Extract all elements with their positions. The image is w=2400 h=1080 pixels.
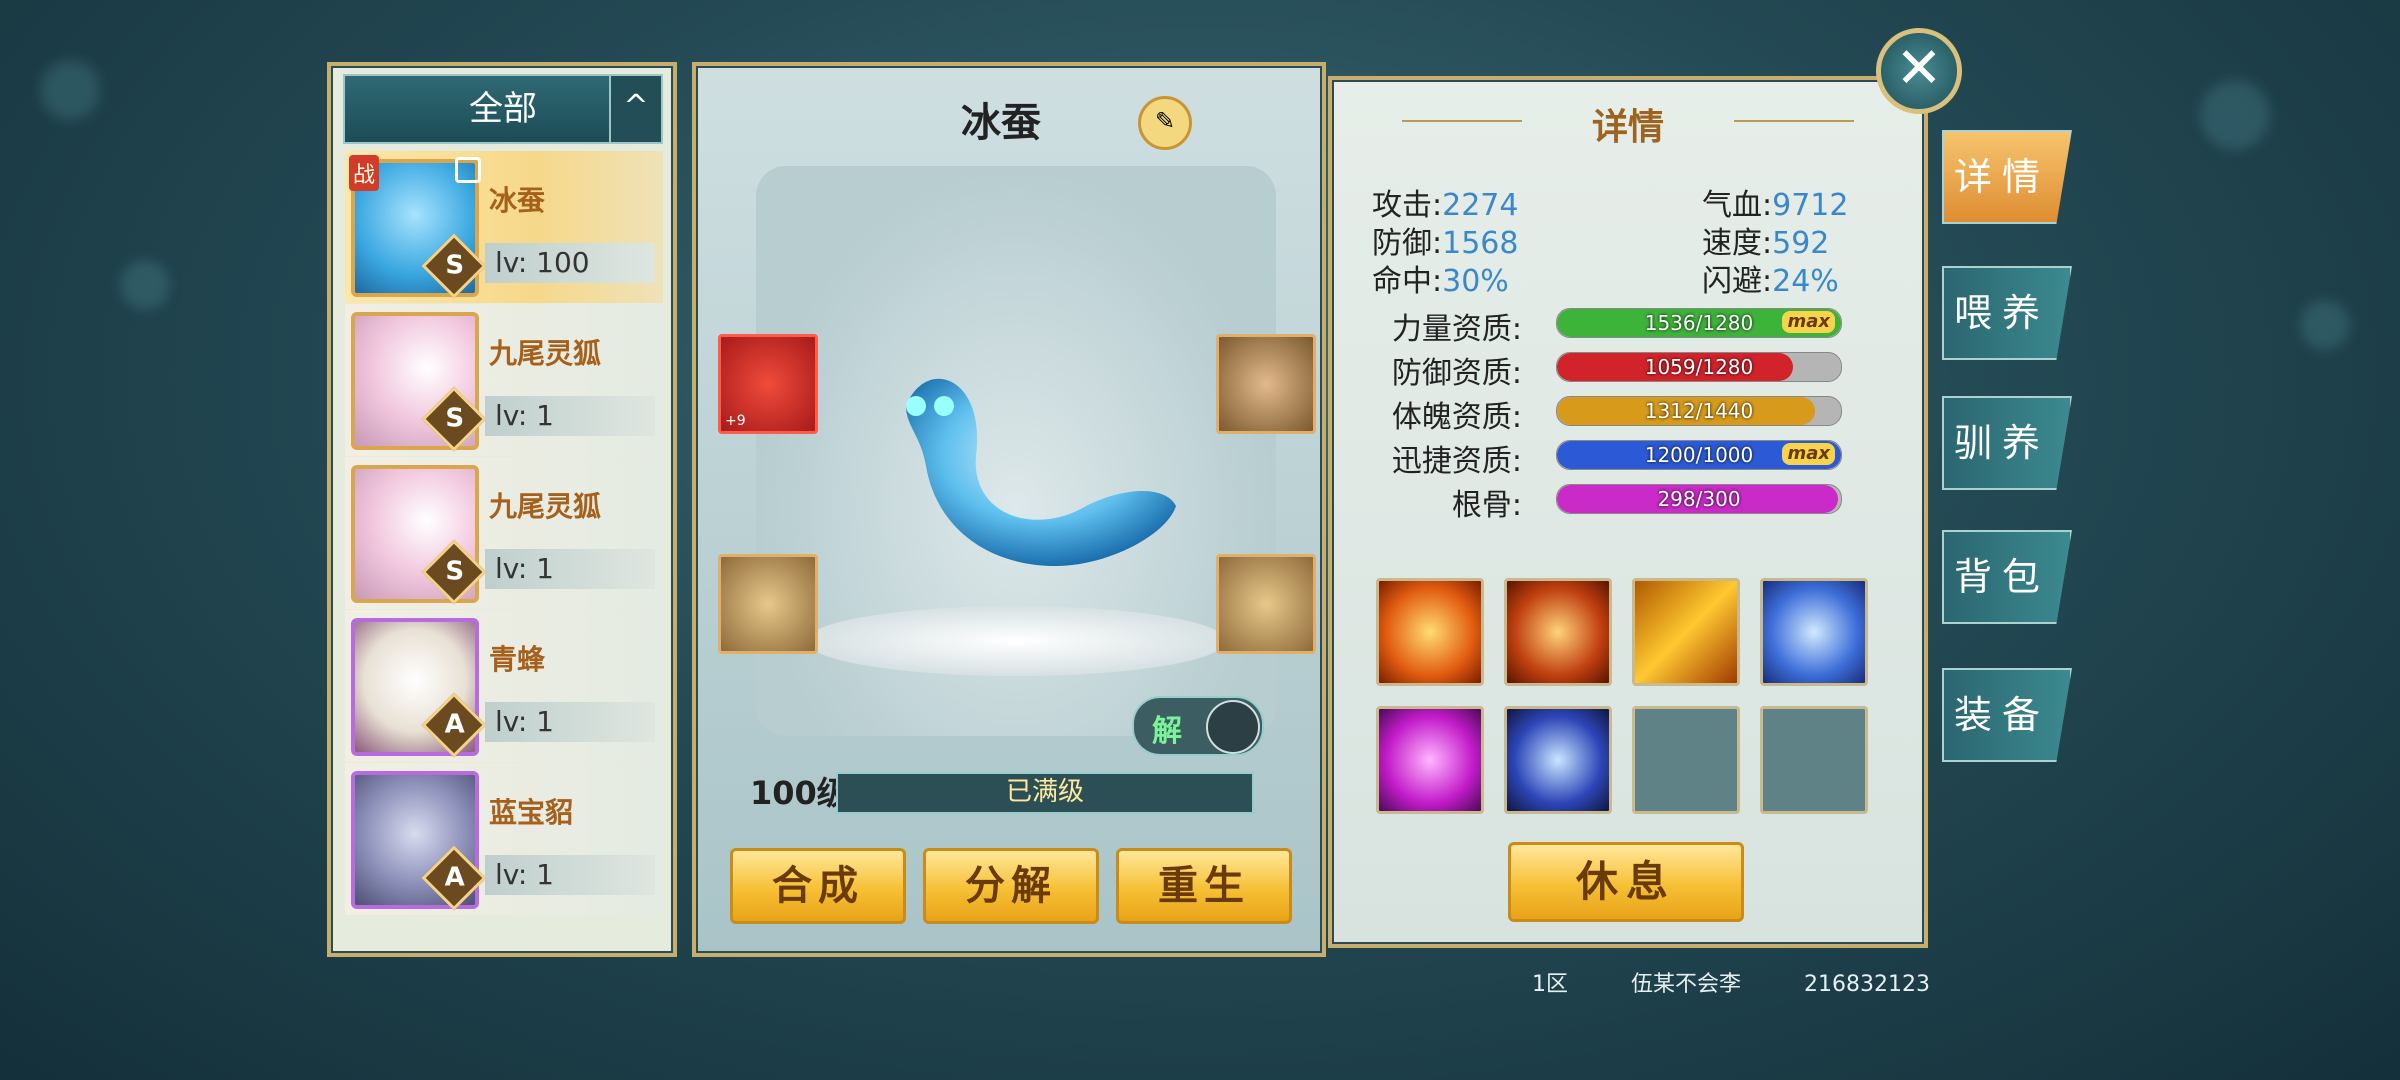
skill-slot[interactable] xyxy=(1504,706,1612,814)
filter-label: 全部 xyxy=(469,89,537,129)
skill-slot[interactable] xyxy=(1504,578,1612,686)
filter-dropdown[interactable]: 全部 ^ xyxy=(343,74,663,144)
aptitude-label: 防御资质: xyxy=(1391,356,1522,391)
chevron-up-icon[interactable]: ^ xyxy=(609,76,661,142)
server-label: 1区 xyxy=(1532,972,1568,997)
aptitude-label: 根骨: xyxy=(1451,488,1522,523)
close-icon[interactable]: ✕ xyxy=(1876,28,1962,114)
pet-level: lv: 1 xyxy=(485,549,655,589)
tab-details[interactable]: 详情 xyxy=(1942,130,2072,224)
tab-feed[interactable]: 喂养 xyxy=(1942,266,2072,360)
pet-level: lv: 100 xyxy=(485,243,655,283)
pet-name: 青蜂 xyxy=(489,643,546,676)
empty-skill-slot[interactable] xyxy=(1760,706,1868,814)
footer-info: 1区 伍某不会李 216832123 xyxy=(1532,966,1986,998)
pet-list-item[interactable]: A 青蜂 lv: 1 xyxy=(345,610,663,762)
pet-model xyxy=(906,378,1176,566)
decompose-button[interactable]: 分解 xyxy=(923,848,1099,924)
unlock-label: 解 xyxy=(1152,714,1182,749)
pet-level: lv: 1 xyxy=(485,702,655,742)
hit-stat: 命中:30% xyxy=(1372,264,1509,299)
details-panel: 详情 攻击:2274 气血:9712 防御:1568 速度:592 命中:30%… xyxy=(1328,76,1928,948)
skill-slot[interactable] xyxy=(1376,578,1484,686)
level-label: 100级 xyxy=(750,774,849,812)
equipment-slot[interactable] xyxy=(1216,554,1316,654)
max-badge: max xyxy=(1782,311,1835,333)
aptitude-bar: 1200/1000 max xyxy=(1556,440,1842,470)
edit-icon[interactable]: ✎ xyxy=(1138,96,1192,150)
tab-train[interactable]: 驯养 xyxy=(1942,396,2072,490)
pet-name: 九尾灵狐 xyxy=(489,490,602,523)
pet-list-item[interactable]: S 九尾灵狐 lv: 1 xyxy=(345,304,663,456)
details-title: 详情 xyxy=(1591,107,1664,148)
skill-slot[interactable] xyxy=(1632,578,1740,686)
unlock-toggle[interactable]: 解 xyxy=(1132,696,1264,756)
aptitude-label: 迅捷资质: xyxy=(1391,444,1522,479)
lock-icon xyxy=(1206,700,1260,754)
player-id: 216832123 xyxy=(1804,972,1930,997)
battle-badge: 战 xyxy=(349,155,380,191)
rebirth-button[interactable]: 重生 xyxy=(1116,848,1292,924)
tab-bag[interactable]: 背包 xyxy=(1942,530,2072,624)
pet-level: lv: 1 xyxy=(485,855,655,895)
pet-stage xyxy=(756,166,1276,736)
skill-slot[interactable] xyxy=(1376,706,1484,814)
skill-slot[interactable] xyxy=(1760,578,1868,686)
equipment-slot[interactable] xyxy=(1216,334,1316,434)
pet-list-panel: 全部 ^ 战 S 冰蚕 lv: 100 S 九尾灵狐 lv: 1 S 九尾灵狐 … xyxy=(327,62,677,957)
pedestal xyxy=(806,606,1226,676)
aptitude-bar: 298/300 xyxy=(1556,484,1842,514)
pet-name: 九尾灵狐 xyxy=(489,337,602,370)
enhance-level: +9 xyxy=(725,413,746,429)
aptitude-label: 力量资质: xyxy=(1391,312,1522,347)
dodge-stat: 闪避:24% xyxy=(1702,264,1839,299)
compose-button[interactable]: 合成 xyxy=(730,848,906,924)
max-badge: max xyxy=(1782,443,1835,465)
equipment-slot[interactable] xyxy=(718,554,818,654)
aptitude-bar: 1312/1440 xyxy=(1556,396,1842,426)
aptitude-bar: 1059/1280 xyxy=(1556,352,1842,382)
level-bar-text: 已满级 xyxy=(1005,777,1084,807)
level-progress-bar: 已满级 xyxy=(836,772,1254,814)
rest-button[interactable]: 休息 xyxy=(1508,842,1744,922)
pet-list-item[interactable]: A 蓝宝貂 lv: 1 xyxy=(345,763,663,915)
aptitude-label: 体魄资质: xyxy=(1391,400,1522,435)
pet-title: 冰蚕 xyxy=(961,100,1041,146)
empty-skill-slot[interactable] xyxy=(1632,706,1740,814)
pet-level: lv: 1 xyxy=(485,396,655,436)
pet-list-item[interactable]: 战 S 冰蚕 lv: 100 xyxy=(345,151,663,303)
lock-icon xyxy=(455,157,481,183)
pet-display-panel: 冰蚕 ✎ +9 解 100级 已满级 合成 分解 重生 xyxy=(692,62,1326,957)
pet-name: 冰蚕 xyxy=(489,184,546,217)
equipment-slot[interactable]: +9 xyxy=(718,334,818,434)
pet-name: 蓝宝貂 xyxy=(489,796,574,829)
player-name: 伍某不会李 xyxy=(1631,972,1742,997)
aptitude-bar: 1536/1280 max xyxy=(1556,308,1842,338)
pet-list: 战 S 冰蚕 lv: 100 S 九尾灵狐 lv: 1 S 九尾灵狐 lv: 1… xyxy=(345,151,663,941)
pet-list-item[interactable]: S 九尾灵狐 lv: 1 xyxy=(345,457,663,609)
tab-equipment[interactable]: 装备 xyxy=(1942,668,2072,762)
